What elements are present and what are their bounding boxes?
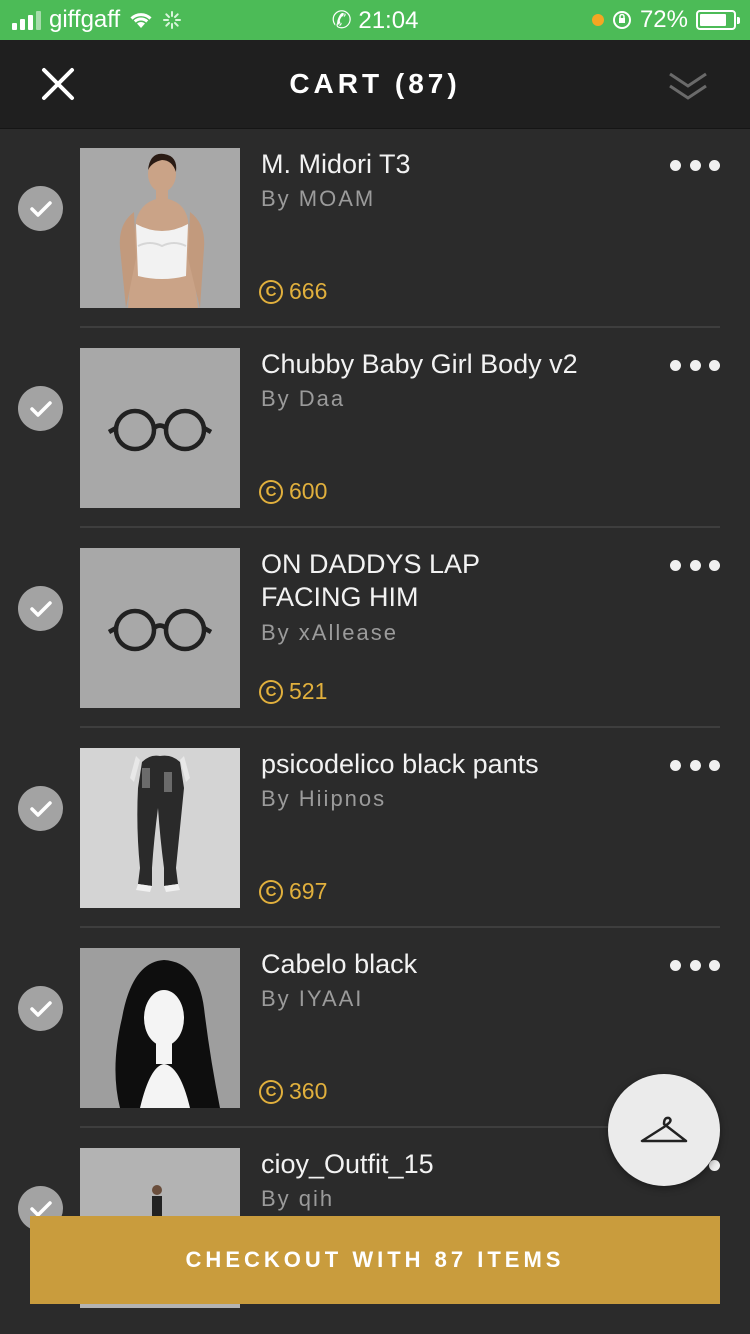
select-checkbox[interactable] bbox=[18, 586, 63, 631]
item-creator: By MOAM bbox=[261, 186, 376, 211]
item-name: Cabelo black bbox=[261, 949, 418, 979]
cart-item[interactable]: M. Midori T3 By MOAM C 666 bbox=[0, 128, 750, 328]
check-icon bbox=[29, 600, 52, 617]
item-thumbnail[interactable] bbox=[80, 948, 240, 1108]
coin-icon: C bbox=[259, 279, 283, 304]
hanger-icon bbox=[640, 1116, 688, 1143]
coin-icon: C bbox=[259, 879, 283, 904]
price-value: 521 bbox=[289, 678, 328, 704]
battery-icon bbox=[696, 10, 740, 30]
item-creator: By Hiipnos bbox=[261, 786, 387, 811]
price-value: 360 bbox=[289, 1078, 328, 1104]
item-thumbnail[interactable] bbox=[80, 148, 240, 308]
item-creator: By Daa bbox=[261, 386, 346, 411]
more-options-button[interactable] bbox=[670, 160, 720, 172]
select-checkbox[interactable] bbox=[18, 386, 63, 431]
item-price: C 697 bbox=[259, 878, 327, 905]
item-name: psicodelico black pants bbox=[261, 749, 539, 779]
price-value: 600 bbox=[289, 478, 328, 504]
coin-icon: C bbox=[259, 1079, 283, 1104]
battery-percent: 72% bbox=[639, 6, 688, 33]
more-options-button[interactable] bbox=[670, 360, 720, 372]
coin-icon: C bbox=[259, 479, 283, 504]
item-name: cioy_Outfit_15 bbox=[261, 1149, 434, 1179]
cart-item[interactable]: psicodelico black pants By Hiipnos C 697 bbox=[0, 728, 750, 928]
mic-indicator-icon bbox=[591, 14, 604, 26]
pants-image bbox=[130, 755, 190, 892]
item-price: C 666 bbox=[259, 278, 327, 305]
item-thumbnail[interactable] bbox=[80, 548, 240, 708]
item-creator: By xAllease bbox=[261, 620, 398, 645]
price-value: 697 bbox=[289, 878, 328, 904]
item-price: C 600 bbox=[259, 478, 327, 505]
item-name: M. Midori T3 bbox=[261, 149, 411, 179]
select-checkbox[interactable] bbox=[18, 986, 63, 1031]
more-options-button[interactable] bbox=[670, 760, 720, 772]
page-title: CART (87) bbox=[289, 68, 461, 99]
select-checkbox[interactable] bbox=[18, 786, 63, 831]
checkout-button[interactable]: CHECKOUT WITH 87 ITEMS bbox=[30, 1216, 720, 1304]
status-right: 72% bbox=[591, 6, 740, 34]
phone-icon: ✆ bbox=[331, 7, 352, 34]
coin-icon: C bbox=[259, 679, 283, 704]
price-value: 666 bbox=[289, 278, 328, 304]
hair-image bbox=[115, 960, 220, 1108]
more-options-button[interactable] bbox=[670, 560, 720, 572]
glasses-icon bbox=[107, 408, 213, 452]
item-name: Chubby Baby Girl Body v2 bbox=[261, 349, 578, 379]
rotation-lock-icon bbox=[612, 11, 631, 29]
check-icon bbox=[29, 1000, 52, 1017]
item-thumbnail[interactable] bbox=[80, 748, 240, 908]
more-options-button[interactable] bbox=[670, 960, 720, 972]
item-price: C 360 bbox=[259, 1078, 327, 1105]
status-bar: giffgaff ✆ 21:04 72% bbox=[0, 0, 750, 40]
item-name: ON DADDYS LAP FACING HIM bbox=[261, 549, 480, 612]
item-creator: By qih bbox=[261, 1186, 335, 1211]
status-time: 21:04 bbox=[358, 7, 419, 34]
collapse-icon[interactable] bbox=[666, 66, 710, 106]
check-icon bbox=[29, 800, 52, 817]
cart-item[interactable]: ON DADDYS LAP FACING HIM By xAllease C 5… bbox=[0, 528, 750, 728]
select-checkbox[interactable] bbox=[18, 186, 63, 231]
avatar-top-image bbox=[119, 153, 205, 308]
item-thumbnail[interactable] bbox=[80, 348, 240, 508]
try-on-button[interactable] bbox=[608, 1074, 720, 1186]
item-creator: By IYAAI bbox=[261, 986, 364, 1011]
check-icon bbox=[29, 400, 52, 417]
glasses-icon bbox=[107, 608, 213, 652]
item-price: C 521 bbox=[259, 678, 327, 705]
cart-item[interactable]: Chubby Baby Girl Body v2 By Daa C 600 bbox=[0, 328, 750, 528]
cart-header: CART (87) bbox=[0, 40, 750, 129]
check-icon bbox=[29, 200, 52, 217]
